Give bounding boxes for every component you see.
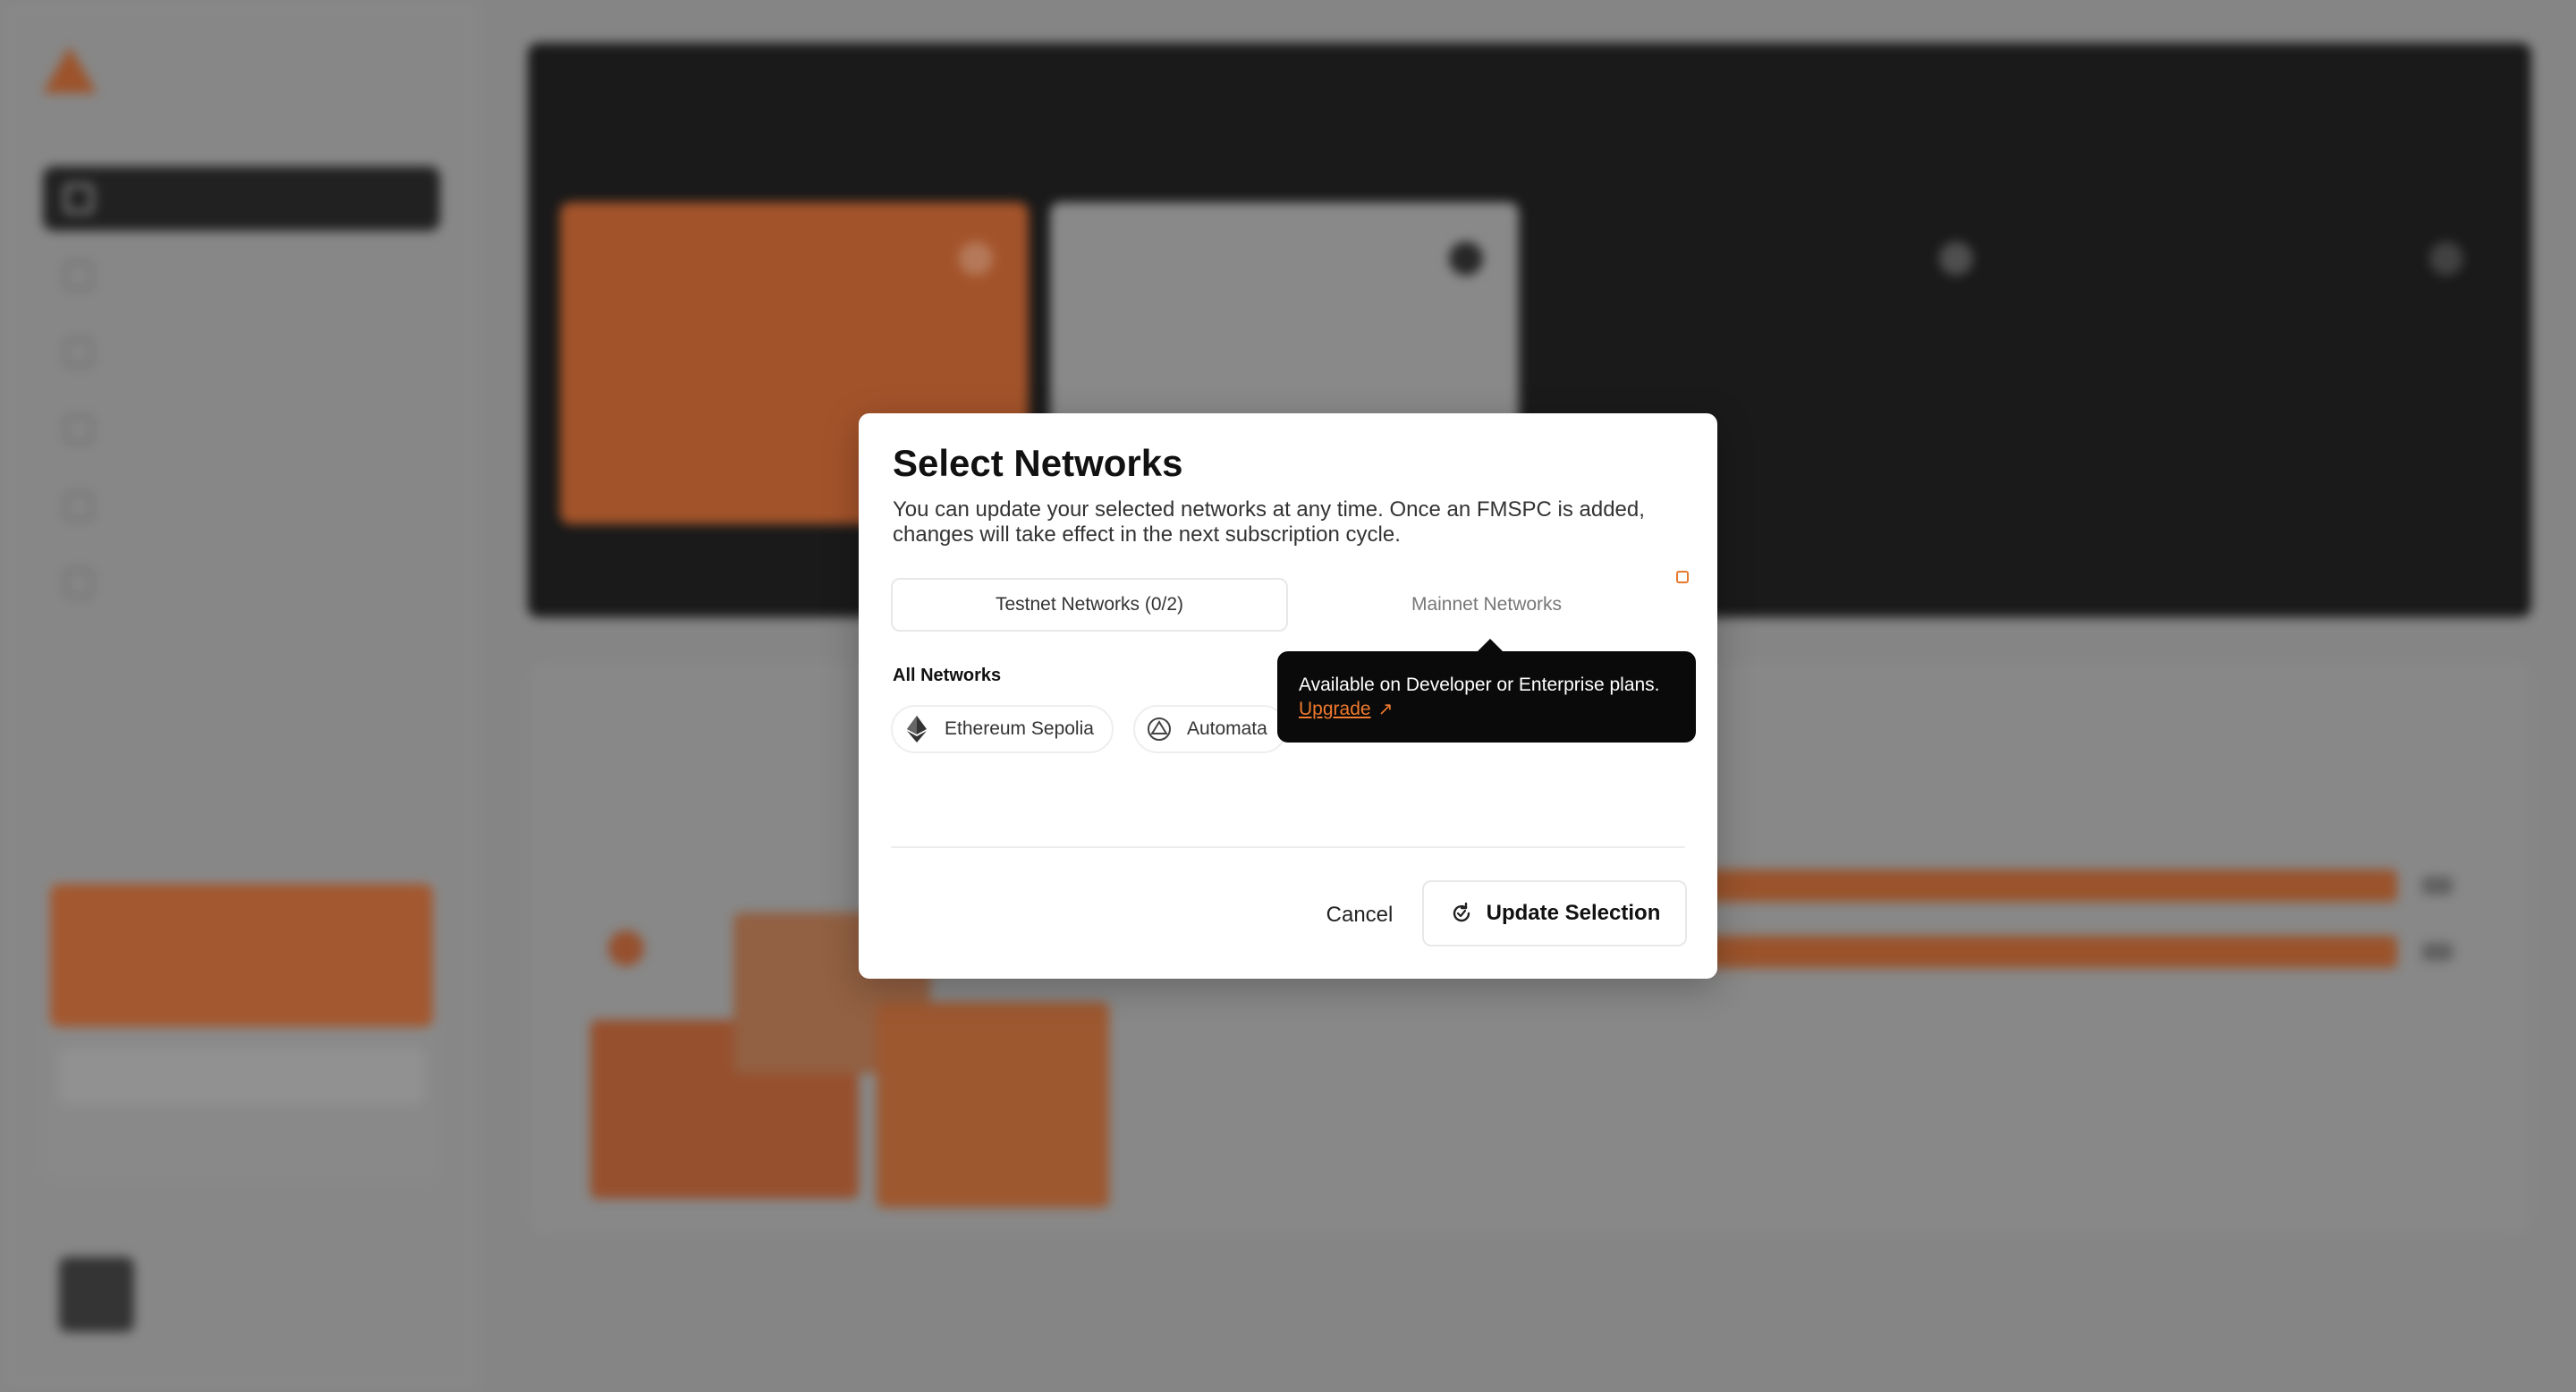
automata-icon (1146, 716, 1173, 743)
plan-upgrade-tooltip: Available on Developer or Enterprise pla… (1277, 639, 1696, 743)
network-chip-label: Ethereum Sepolia (945, 718, 1094, 739)
network-chip-label: Automata (1186, 718, 1267, 739)
tab-mainnet-networks[interactable]: Mainnet Networks (1288, 578, 1685, 632)
refresh-icon (1449, 901, 1474, 926)
cancel-button[interactable]: Cancel (1288, 884, 1431, 946)
section-label-all-networks: All Networks (893, 666, 1002, 685)
tab-testnet-networks[interactable]: Testnet Networks (0/2) (891, 578, 1288, 632)
network-chip-automata[interactable]: Automata (1132, 705, 1287, 753)
external-arrow-icon: ↗ (1377, 700, 1394, 719)
update-selection-button[interactable]: Update Selection (1422, 880, 1687, 946)
ethereum-icon (903, 716, 930, 743)
tooltip-text: Available on Developer or Enterprise pla… (1299, 675, 1660, 695)
network-tabs: Testnet Networks (0/2) Mainnet Networks (891, 578, 1685, 635)
network-chip-ethereum-sepolia[interactable]: Ethereum Sepolia (891, 705, 1114, 753)
update-selection-label: Update Selection (1486, 901, 1661, 925)
modal-description: You can update your selected networks at… (893, 497, 1645, 547)
lock-icon (1676, 571, 1689, 583)
modal-divider (891, 846, 1685, 848)
modal-title: Select Networks (893, 442, 1183, 484)
network-chip-list: Ethereum Sepolia Automata (891, 705, 1287, 753)
upgrade-link[interactable]: Upgrade (1299, 699, 1371, 719)
